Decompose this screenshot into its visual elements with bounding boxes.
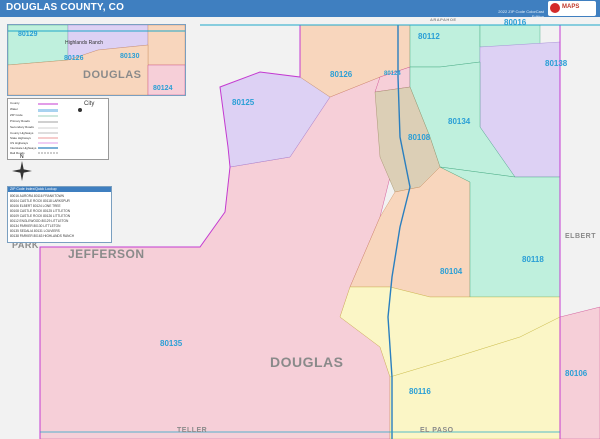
legend-city-label: City — [84, 101, 95, 107]
zip-table-row: 80135 SEDALIA 80131 LOUVIERS — [10, 229, 60, 233]
zip-table-row: 80138 PARKER 80163 HIGHLANDS RANCH — [10, 234, 75, 238]
map-title: DOUGLAS COUNTY, CO — [6, 2, 125, 13]
zip-label-80108: 80108 — [408, 133, 431, 142]
inset-map[interactable]: 80129 80126 80130 80124 Highlands Ranch … — [7, 24, 186, 96]
publisher-logo: MAPS — [548, 1, 596, 16]
zip-label-80016: 80016 — [504, 18, 527, 27]
zip-label-80125: 80125 — [232, 98, 255, 107]
zip-table-row: 80109 CASTLE ROCK 80126 LITTLETON — [10, 214, 71, 218]
zip-table-row: 80104 CASTLE ROCK 80118 LARKSPUR — [10, 199, 70, 203]
zip-table-row: 80016 AURORA 80116 FRANKTOWN — [10, 194, 64, 198]
zip-table-title: ZIP Code Index/Quick Lookup — [10, 187, 57, 191]
zip-label-80106: 80106 — [565, 369, 588, 378]
zip-label-80116: 80116 — [409, 387, 431, 396]
inset-zip-80129: 80129 — [18, 31, 38, 38]
legend-row: US Highways — [10, 141, 29, 145]
county-label-jefferson: JEFFERSON — [68, 247, 145, 261]
zip-table-header: ZIP Code Index/Quick Lookup — [8, 187, 111, 192]
zip-label-80118: 80118 — [522, 255, 544, 264]
zip-label-80134: 80134 — [448, 117, 471, 126]
legend-row: ZIP Code — [10, 113, 23, 117]
zip-table-row: 80108 CASTLE ROCK 80125 LITTLETON — [10, 209, 71, 213]
legend-row: Secondary Roads — [10, 125, 34, 129]
zip-table-row: 80134 PARKER 80130 LITTLETON — [10, 224, 61, 228]
county-label-arapahoe: ARAPAHOE — [430, 17, 457, 22]
county-label-elbert: ELBERT — [565, 233, 596, 240]
legend: County Water ZIP Code Primary Roads Seco… — [7, 98, 109, 160]
county-label-teller: TELLER — [177, 427, 208, 434]
legend-row: Primary Roads — [10, 119, 30, 123]
zip-lookup-table: ZIP Code Index/Quick Lookup 80016 AURORA… — [7, 186, 112, 243]
compass-north-label: N — [20, 154, 24, 160]
zip-table-row: 80112 ENGLEWOOD 80129 LITTLETON — [10, 219, 69, 223]
compass-icon — [12, 161, 32, 181]
inset-zip-80124: 80124 — [153, 85, 173, 92]
inset-zip-80130: 80130 — [120, 53, 140, 60]
county-label-douglas: DOUGLAS — [270, 354, 344, 370]
legend-row: County — [10, 101, 20, 105]
county-label-el-paso: EL PASO — [420, 427, 454, 434]
legend-row: County Highways — [10, 131, 34, 135]
zip-label-80126: 80126 — [330, 70, 353, 79]
zip-label-80135: 80135 — [160, 339, 183, 348]
zip-label-80112: 80112 — [418, 32, 440, 41]
inset-zip-80126: 80126 — [64, 55, 84, 62]
legend-swatches — [38, 103, 82, 154]
title-bar: DOUGLAS COUNTY, CO 2022 ZIP Code ColorCa… — [0, 0, 600, 19]
zip-label-80104: 80104 — [440, 267, 463, 276]
zip-label-80124: 80124 — [384, 71, 401, 77]
legend-row: Interstate Highways — [10, 146, 37, 150]
compass: N — [12, 154, 32, 183]
logo-text: MAPS — [562, 4, 580, 10]
map-frame: DOUGLAS COUNTY, CO 2022 ZIP Code ColorCa… — [0, 0, 600, 439]
logo-icon — [550, 3, 560, 13]
zip-table-row: 80106 ELBERT 80124 LONE TREE — [10, 204, 61, 208]
legend-row: State Highways — [10, 136, 31, 140]
legend-row: Water — [10, 107, 18, 111]
inset-county-label: DOUGLAS — [83, 69, 142, 81]
inset-place-label: Highlands Ranch — [65, 40, 104, 46]
zip-label-80138: 80138 — [545, 59, 568, 68]
